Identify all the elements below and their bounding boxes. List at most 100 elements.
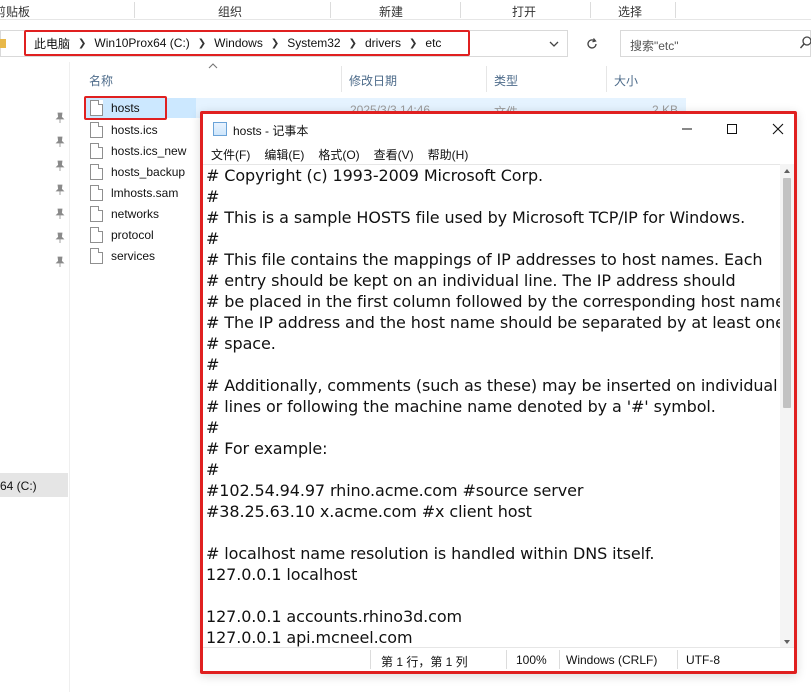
- ribbon-divider: [134, 2, 135, 18]
- text-line: #38.25.63.10 x.acme.com #x client host: [206, 502, 532, 521]
- file-icon: [90, 206, 103, 222]
- refresh-icon: [587, 38, 597, 49]
- file-icon: [90, 248, 103, 264]
- file-name: lmhosts.sam: [111, 186, 179, 200]
- column-divider[interactable]: [341, 66, 342, 92]
- close-button[interactable]: [766, 118, 790, 140]
- status-divider: [506, 650, 507, 669]
- notepad-title-bar[interactable]: hosts - 记事本: [203, 114, 794, 144]
- notepad-icon: [213, 122, 227, 136]
- column-divider[interactable]: [606, 66, 607, 92]
- text-line: # lines or following the machine name de…: [206, 397, 716, 416]
- vertical-scrollbar[interactable]: [780, 164, 794, 649]
- encoding: UTF-8: [686, 653, 720, 667]
- file-icon: [90, 227, 103, 243]
- notepad-menu-bar[interactable]: 文件(F) 编辑(E) 格式(O) 查看(V) 帮助(H): [209, 146, 480, 164]
- folder-icon: [0, 39, 6, 48]
- file-icon: [90, 164, 103, 180]
- table-row[interactable]: networks: [86, 204, 196, 224]
- pin-icon[interactable]: [54, 184, 66, 196]
- pin-icon[interactable]: [54, 112, 66, 124]
- navigation-pane[interactable]: [0, 62, 70, 692]
- ribbon-divider: [330, 2, 331, 18]
- status-divider: [370, 650, 371, 669]
- text-line: # This file contains the mappings of IP …: [206, 250, 763, 269]
- line-ending: Windows (CRLF): [566, 653, 658, 667]
- text-line: # localhost name resolution is handled w…: [206, 544, 655, 563]
- menu-edit[interactable]: 编辑(E): [262, 146, 310, 164]
- table-row[interactable]: services: [86, 246, 196, 266]
- text-line: # Copyright (c) 1993-2009 Microsoft Corp…: [206, 166, 544, 185]
- column-header-type[interactable]: 类型: [494, 72, 518, 89]
- table-row[interactable]: hosts_backup: [86, 162, 196, 182]
- menu-view[interactable]: 查看(V): [372, 146, 420, 164]
- status-divider: [677, 650, 678, 669]
- ribbon-group-labels: 剪贴板 组织 新建 打开 选择: [0, 0, 811, 20]
- search-placeholder[interactable]: 搜索"etc": [630, 37, 679, 54]
- menu-format[interactable]: 格式(O): [316, 146, 365, 164]
- scrollbar-thumb[interactable]: [783, 178, 791, 408]
- text-line: #: [206, 229, 220, 248]
- minimize-icon: [682, 128, 692, 130]
- text-line: # be placed in the first column followed…: [206, 292, 783, 311]
- text-line: #: [206, 460, 220, 479]
- file-icon: [90, 185, 103, 201]
- pin-icon[interactable]: [54, 208, 66, 220]
- maximize-icon: [727, 124, 737, 134]
- scroll-down-icon[interactable]: [783, 638, 791, 646]
- text-line: # Additionally, comments (such as these)…: [206, 376, 778, 395]
- text-line: # The IP address and the host name shoul…: [206, 313, 783, 332]
- ribbon-divider: [460, 2, 461, 18]
- ribbon-group-clipboard: 剪贴板: [0, 5, 31, 19]
- table-row[interactable]: protocol: [86, 225, 196, 245]
- text-line: #: [206, 187, 220, 206]
- text-line: # For example:: [206, 439, 328, 458]
- maximize-button[interactable]: [720, 118, 744, 140]
- ribbon-group-open: 打开: [511, 5, 536, 19]
- nav-item-drive-label[interactable]: 64 (C:): [0, 479, 37, 493]
- text-line: 127.0.0.1 localhost: [206, 565, 358, 584]
- file-icon: [90, 143, 103, 159]
- file-name: services: [111, 249, 156, 263]
- table-row[interactable]: hosts.ics_new: [86, 141, 196, 161]
- refresh-button[interactable]: [578, 31, 606, 57]
- ribbon-divider: [675, 2, 676, 18]
- ribbon-group-new: 新建: [378, 5, 403, 19]
- ribbon-group-organize: 组织: [217, 5, 242, 19]
- column-header-modified[interactable]: 修改日期: [349, 72, 397, 89]
- text-line: #: [206, 355, 220, 374]
- pin-icon[interactable]: [54, 160, 66, 172]
- text-line: #: [206, 418, 220, 437]
- minimize-button[interactable]: [675, 118, 699, 140]
- ribbon-divider: [590, 2, 591, 18]
- pin-icon[interactable]: [54, 232, 66, 244]
- file-name: hosts.ics_new: [111, 144, 187, 158]
- menu-help[interactable]: 帮助(H): [426, 146, 475, 164]
- file-highlight-box: [84, 96, 167, 120]
- notepad-text-area[interactable]: # Copyright (c) 1993-2009 Microsoft Corp…: [203, 164, 783, 649]
- notepad-title: hosts - 记事本: [233, 124, 309, 138]
- file-name: protocol: [111, 228, 154, 242]
- file-name: networks: [111, 207, 160, 221]
- pin-icon[interactable]: [54, 256, 66, 268]
- sort-ascending-icon: [208, 63, 218, 69]
- chevron-down-icon[interactable]: [548, 38, 560, 50]
- zoom-level: 100%: [516, 653, 547, 667]
- column-divider[interactable]: [486, 66, 487, 92]
- table-row[interactable]: hosts.ics: [86, 120, 196, 140]
- column-header-size[interactable]: 大小: [614, 72, 638, 89]
- table-row[interactable]: lmhosts.sam: [86, 183, 196, 203]
- text-line: 127.0.0.1 accounts.rhino3d.com: [206, 607, 462, 626]
- search-icon[interactable]: [800, 36, 811, 50]
- file-name: hosts.ics: [111, 123, 158, 137]
- scroll-up-icon[interactable]: [783, 167, 791, 175]
- column-header-name[interactable]: 名称: [89, 72, 113, 89]
- notepad-status-bar: 第 1 行，第 1 列 100% Windows (CRLF) UTF-8: [203, 647, 794, 671]
- status-divider: [559, 650, 560, 669]
- text-line: #102.54.94.97 rhino.acme.com #source ser…: [206, 481, 584, 500]
- notepad-window[interactable]: hosts - 记事本 文件(F) 编辑(E) 格式(O) 查看(V) 帮助(H…: [200, 111, 797, 674]
- menu-file[interactable]: 文件(F): [209, 146, 256, 164]
- file-name: hosts_backup: [111, 165, 186, 179]
- file-icon: [90, 122, 103, 138]
- pin-icon[interactable]: [54, 136, 66, 148]
